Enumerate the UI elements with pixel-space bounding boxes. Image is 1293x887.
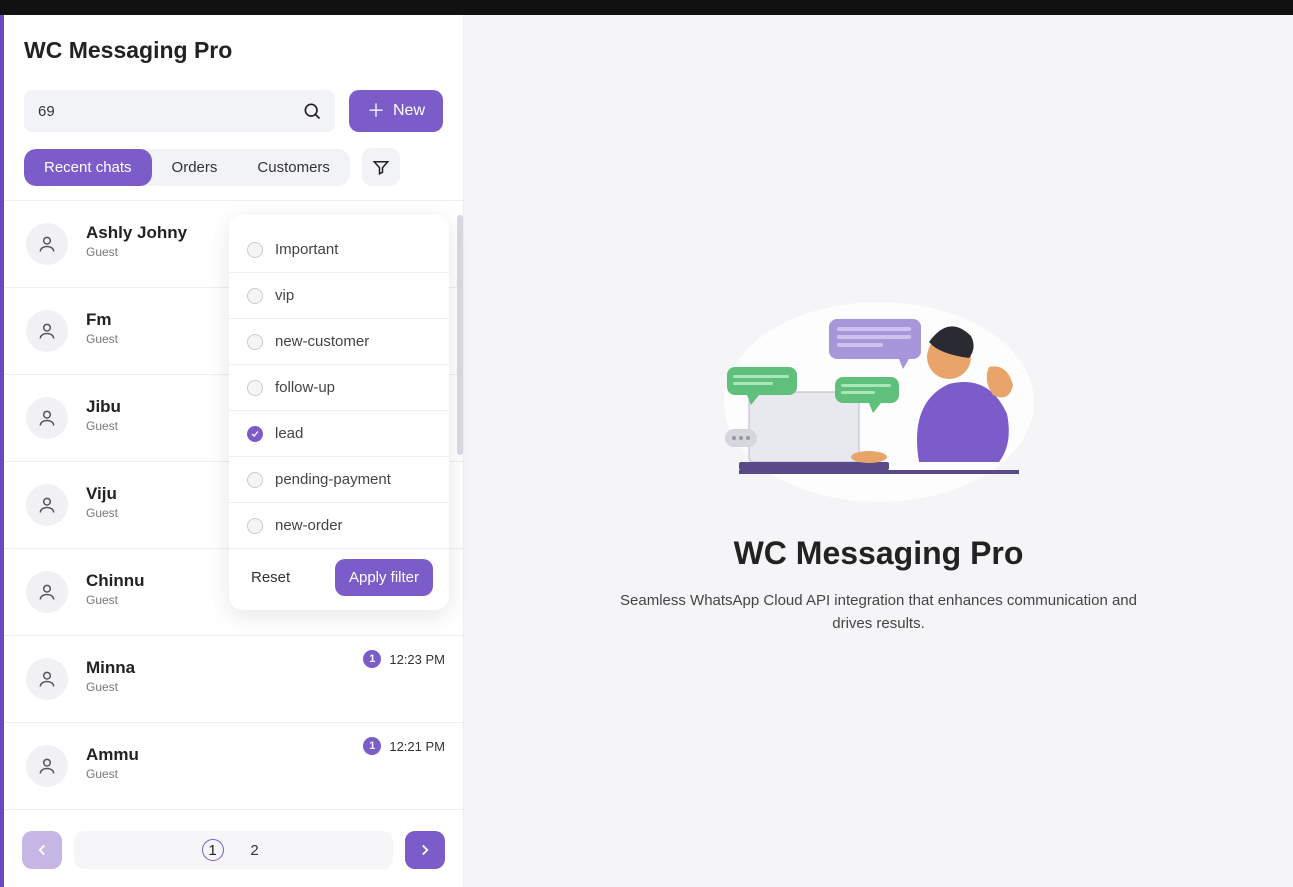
chat-time: 12:21 PM xyxy=(389,739,445,754)
avatar xyxy=(26,745,68,787)
filter-option[interactable]: Important xyxy=(229,227,449,273)
page-prev-button[interactable] xyxy=(22,831,62,869)
avatar xyxy=(26,310,68,352)
empty-subtitle: Seamless WhatsApp Cloud API integration … xyxy=(599,590,1159,635)
chat-subtitle: Guest xyxy=(86,680,445,694)
circle-icon xyxy=(247,472,263,488)
filter-label: vip xyxy=(275,287,294,304)
circle-icon xyxy=(247,518,263,534)
avatar xyxy=(26,658,68,700)
chat-subtitle: Guest xyxy=(86,767,445,781)
tab-recent-chats[interactable]: Recent chats xyxy=(24,149,152,186)
page-1[interactable]: 1 xyxy=(202,839,224,861)
filter-label: Important xyxy=(275,241,338,258)
filter-option[interactable]: vip xyxy=(229,273,449,319)
chat-time: 12:23 PM xyxy=(389,652,445,667)
avatar xyxy=(26,571,68,613)
filter-option[interactable]: new-order xyxy=(229,503,449,549)
filter-label: pending-payment xyxy=(275,471,391,488)
arrow-left-icon xyxy=(33,841,51,859)
new-button-label: New xyxy=(393,102,425,120)
search-input[interactable] xyxy=(24,90,289,132)
unread-badge: 1 xyxy=(363,737,381,755)
filter-popover: Important vip new-customer follow-up lea… xyxy=(229,215,449,610)
pagination: 1 2 xyxy=(4,819,463,887)
circle-icon xyxy=(247,334,263,350)
sidebar: WC Messaging Pro ＋ New Recent chats Orde… xyxy=(4,15,464,887)
circle-icon xyxy=(247,380,263,396)
page-next-button[interactable] xyxy=(405,831,445,869)
tab-orders[interactable]: Orders xyxy=(152,149,238,186)
filter-option[interactable]: pending-payment xyxy=(229,457,449,503)
avatar xyxy=(26,484,68,526)
arrow-right-icon xyxy=(416,841,434,859)
filter-reset-button[interactable]: Reset xyxy=(245,561,296,594)
circle-icon xyxy=(247,242,263,258)
filter-apply-button[interactable]: Apply filter xyxy=(335,559,433,596)
new-chat-button[interactable]: ＋ New xyxy=(349,90,443,132)
filter-option[interactable]: lead xyxy=(229,411,449,457)
avatar xyxy=(26,223,68,265)
chat-item[interactable]: Ammu Guest 1 12:21 PM xyxy=(4,723,463,810)
search-field-wrap xyxy=(24,90,335,132)
circle-icon xyxy=(247,288,263,304)
filter-option[interactable]: follow-up xyxy=(229,365,449,411)
unread-badge: 1 xyxy=(363,650,381,668)
chat-item[interactable]: Minna Guest 1 12:23 PM xyxy=(4,636,463,723)
check-circle-icon xyxy=(247,426,263,442)
filter-option[interactable]: new-customer xyxy=(229,319,449,365)
avatar xyxy=(26,397,68,439)
scrollbar-thumb[interactable] xyxy=(457,215,463,455)
plus-icon: ＋ xyxy=(367,102,385,120)
search-button[interactable] xyxy=(289,90,335,132)
funnel-icon xyxy=(372,158,390,176)
empty-state: WC Messaging Pro Seamless WhatsApp Cloud… xyxy=(599,267,1159,635)
filter-label: new-order xyxy=(275,517,343,534)
app-title: WC Messaging Pro xyxy=(24,37,443,64)
welcome-illustration xyxy=(719,297,1039,507)
empty-title: WC Messaging Pro xyxy=(599,535,1159,572)
filter-label: lead xyxy=(275,425,303,442)
filter-label: follow-up xyxy=(275,379,335,396)
tabs: Recent chats Orders Customers xyxy=(24,149,350,186)
tab-customers[interactable]: Customers xyxy=(237,149,350,186)
page-2[interactable]: 2 xyxy=(244,839,266,861)
search-icon xyxy=(302,101,322,121)
window-top-bar xyxy=(0,0,1293,15)
filter-button[interactable] xyxy=(362,148,400,186)
filter-label: new-customer xyxy=(275,333,369,350)
main-panel: WC Messaging Pro Seamless WhatsApp Cloud… xyxy=(464,15,1293,887)
page-numbers: 1 2 xyxy=(74,831,393,869)
